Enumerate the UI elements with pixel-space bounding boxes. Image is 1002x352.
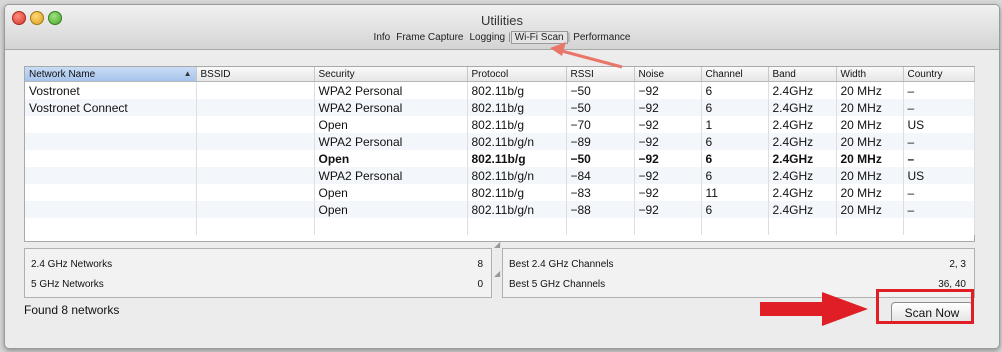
scan-pointer-arrow [760,302,822,316]
tab-pointer-arrow [557,48,623,69]
annotation-overlay [550,42,868,326]
scan-pointer-arrowhead [822,292,868,326]
tab-pointer-arrowhead [550,42,566,56]
scan-button-highlight [876,289,974,324]
